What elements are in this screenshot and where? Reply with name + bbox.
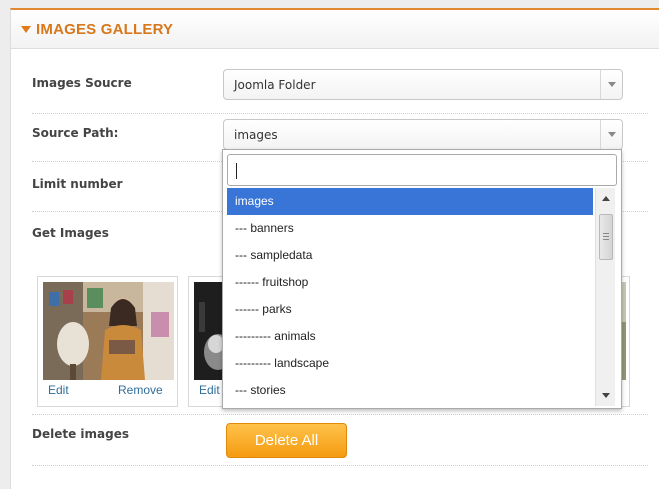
images-source-label: Images Soucre [32, 76, 132, 90]
collapse-caret-icon[interactable] [21, 26, 31, 33]
source-path-value: images [234, 128, 278, 142]
scrollbar-thumb[interactable] [599, 214, 613, 260]
images-source-dropdown-button[interactable] [600, 70, 622, 99]
images-source-value: Joomla Folder [234, 78, 316, 92]
dropdown-option[interactable]: --- sampledata [227, 242, 593, 269]
image-thumbnail: Edit Remove [37, 276, 178, 407]
dropdown-option[interactable]: ------ fruitshop [227, 269, 593, 296]
dropdown-option[interactable]: --------- landscape [227, 350, 593, 377]
divider [32, 465, 648, 466]
chevron-down-icon [608, 82, 616, 87]
dropdown-option[interactable]: --- stories [227, 377, 593, 404]
dropdown-option[interactable]: images [227, 188, 593, 215]
panel-title: IMAGES GALLERY [36, 21, 174, 38]
source-path-dropdown-button[interactable] [600, 120, 622, 149]
scroll-down-icon[interactable] [602, 393, 610, 398]
limit-number-label: Limit number [32, 177, 123, 191]
chevron-down-icon [608, 132, 616, 137]
thumbnail-photo [43, 282, 174, 380]
dropdown-options-list: images --- banners --- sampledata ------ fr… [227, 188, 593, 404]
source-path-label: Source Path: [32, 126, 119, 140]
get-images-label: Get Images [32, 226, 109, 240]
edit-link[interactable]: Edit [48, 383, 69, 397]
text-cursor [236, 163, 237, 179]
dropdown-option[interactable]: ------ parks [227, 296, 593, 323]
edit-link[interactable]: Edit [199, 383, 220, 397]
source-path-select[interactable]: images [223, 119, 623, 150]
source-path-dropdown: images --- banners --- sampledata ------ fr… [222, 149, 622, 409]
images-source-select[interactable]: Joomla Folder [223, 69, 623, 100]
dropdown-option[interactable]: --------- animals [227, 323, 593, 350]
scroll-up-icon[interactable] [602, 196, 610, 201]
dropdown-option[interactable]: --- banners [227, 215, 593, 242]
dropdown-search-input[interactable] [227, 154, 617, 186]
delete-images-label: Delete images [32, 427, 129, 441]
delete-all-button[interactable]: Delete All [226, 423, 347, 458]
panel-header[interactable]: IMAGES GALLERY [11, 10, 659, 49]
divider [32, 414, 648, 415]
remove-link[interactable]: Remove [118, 383, 163, 397]
dropdown-scrollbar[interactable] [595, 188, 615, 406]
divider [32, 113, 648, 114]
